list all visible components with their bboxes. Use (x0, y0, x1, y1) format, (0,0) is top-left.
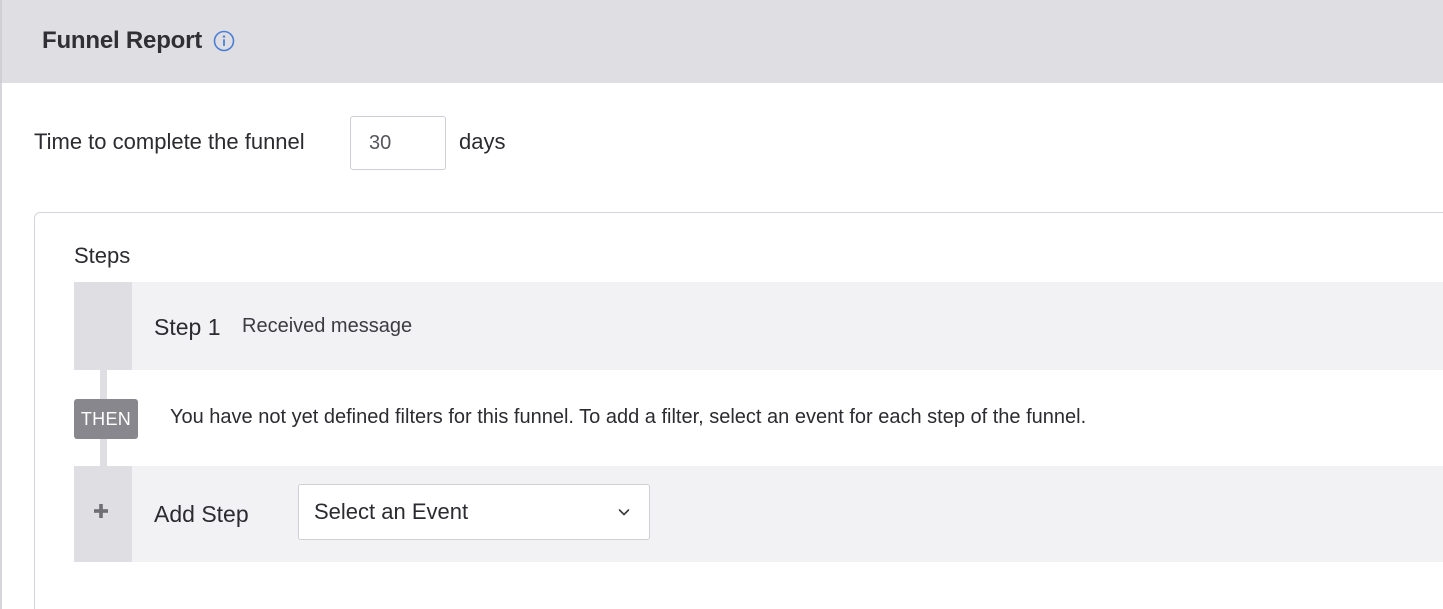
event-select-value: Select an Event (314, 499, 469, 524)
add-step-label: Add Step (154, 501, 249, 527)
funnel-time-label: Time to complete the funnel (34, 129, 305, 154)
step-number: Step 1 (154, 314, 221, 340)
chevron-down-icon (618, 509, 630, 516)
funnel-time-input[interactable] (350, 116, 446, 170)
step-event-name: Received message (242, 315, 413, 337)
step-row: Step 1 Received message (74, 282, 1443, 370)
funnel-report-page: Funnel Report Time to complete the funne… (0, 0, 1443, 609)
empty-filters-message: You have not yet defined filters for thi… (170, 406, 1087, 428)
info-circle-icon[interactable] (213, 30, 235, 52)
steps-title: Steps (74, 243, 131, 268)
content-left-border (0, 83, 2, 609)
add-step-row: Add Step Select an Event (74, 466, 1443, 562)
page-title: Funnel Report (42, 27, 203, 54)
funnel-time-unit: days (459, 129, 506, 154)
step-gutter (74, 282, 132, 370)
report-header: Funnel Report (0, 0, 1443, 83)
add-step-gutter (74, 466, 132, 562)
event-select-dropdown[interactable]: Select an Event (298, 484, 650, 540)
then-badge: THEN (74, 399, 138, 439)
plus-icon[interactable] (93, 503, 109, 519)
